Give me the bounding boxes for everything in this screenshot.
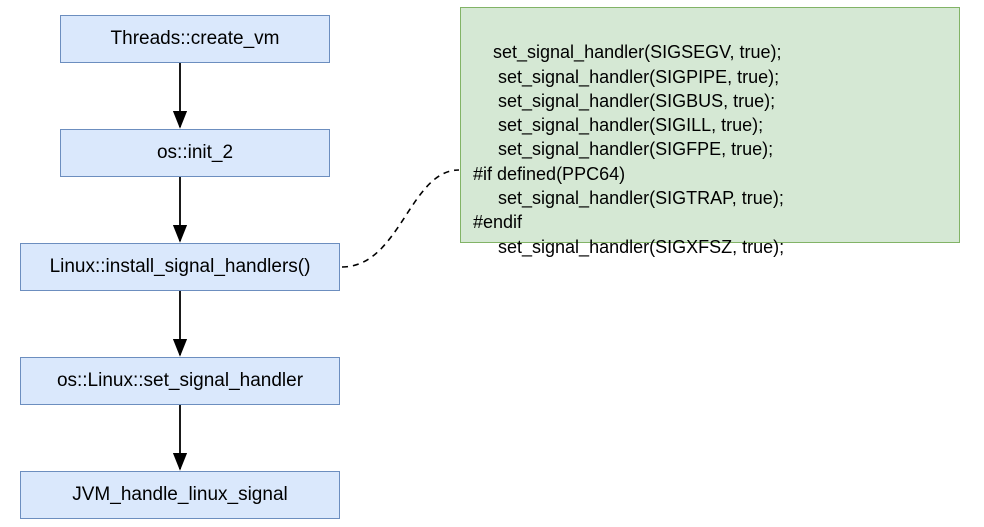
code-line: set_signal_handler(SIGILL, true); bbox=[473, 115, 763, 135]
node-threads-create-vm: Threads::create_vm bbox=[60, 15, 330, 63]
code-line: set_signal_handler(SIGXFSZ, true); bbox=[473, 237, 784, 257]
code-line: #endif bbox=[473, 212, 522, 232]
code-line: #if defined(PPC64) bbox=[473, 164, 625, 184]
diagram-canvas: Threads::create_vm os::init_2 Linux::ins… bbox=[0, 0, 984, 527]
dashed-connector bbox=[342, 170, 459, 267]
node-label: JVM_handle_linux_signal bbox=[72, 484, 287, 506]
node-set-signal-handler: os::Linux::set_signal_handler bbox=[20, 357, 340, 405]
node-os-init-2: os::init_2 bbox=[60, 129, 330, 177]
node-label: Threads::create_vm bbox=[111, 28, 280, 50]
node-label: Linux::install_signal_handlers() bbox=[50, 256, 311, 278]
code-box: set_signal_handler(SIGSEGV, true); set_s… bbox=[460, 7, 960, 243]
code-line: set_signal_handler(SIGPIPE, true); bbox=[473, 67, 779, 87]
code-line: set_signal_handler(SIGFPE, true); bbox=[473, 139, 773, 159]
node-label: os::init_2 bbox=[157, 142, 233, 164]
node-install-signal-handlers: Linux::install_signal_handlers() bbox=[20, 243, 340, 291]
code-line: set_signal_handler(SIGTRAP, true); bbox=[473, 188, 784, 208]
node-label: os::Linux::set_signal_handler bbox=[57, 370, 303, 392]
node-jvm-handle-linux-signal: JVM_handle_linux_signal bbox=[20, 471, 340, 519]
code-line: set_signal_handler(SIGBUS, true); bbox=[473, 91, 775, 111]
code-line: set_signal_handler(SIGSEGV, true); bbox=[473, 42, 782, 62]
